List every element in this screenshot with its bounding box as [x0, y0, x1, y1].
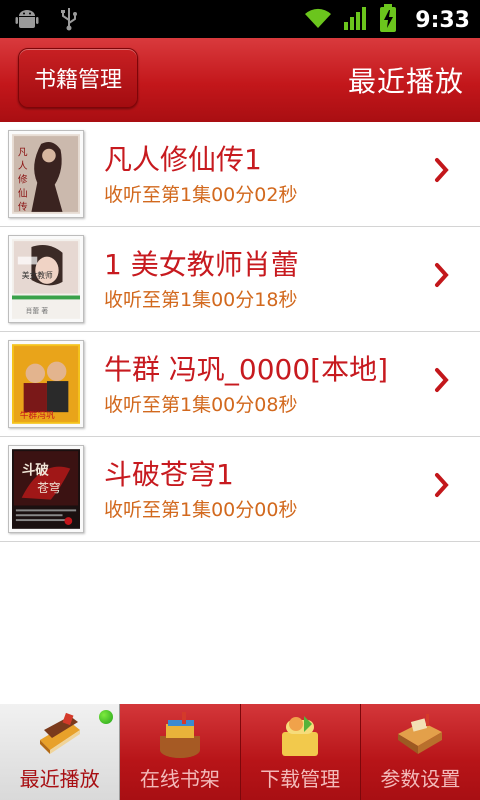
svg-text:传: 传	[18, 201, 28, 213]
title-bar: 书籍管理 最近播放	[0, 38, 480, 122]
svg-text:凡: 凡	[18, 147, 28, 159]
bottom-tab-bar: 最近播放 在线书架 下载管理 参数设置	[0, 704, 480, 800]
list-item[interactable]: 美女教师肖蕾 著 1 美女教师肖蕾 收听至第1集00分18秒	[0, 227, 480, 332]
tab-settings[interactable]: 参数设置	[360, 704, 480, 800]
listen-progress: 收听至第1集00分00秒	[104, 499, 298, 521]
chevron-right-icon	[435, 368, 449, 392]
new-indicator-dot	[99, 710, 114, 724]
list-item[interactable]: 斗破苍穹 斗破苍穹1 收听至第1集00分00秒	[0, 437, 480, 542]
tab-label: 下载管理	[260, 767, 341, 791]
book-management-button[interactable]: 书籍管理	[18, 48, 138, 108]
svg-text:仙: 仙	[18, 186, 28, 199]
svg-text:肖蕾 著: 肖蕾 著	[26, 306, 49, 315]
svg-text:斗破: 斗破	[22, 461, 50, 478]
tab-label: 最近播放	[19, 767, 100, 791]
usb-icon	[58, 6, 80, 36]
battery-charging-icon	[379, 4, 397, 36]
book-cover: 凡人修仙传	[8, 130, 84, 218]
tab-online-bookshelf[interactable]: 在线书架	[120, 704, 241, 800]
listen-progress: 收听至第1集00分02秒	[104, 184, 298, 206]
tab-label: 参数设置	[380, 767, 461, 791]
tab-recent-play[interactable]: 最近播放	[0, 704, 121, 800]
book-cover: 斗破苍穹	[8, 445, 84, 533]
tab-label: 在线书架	[139, 767, 220, 791]
wifi-icon	[303, 6, 333, 34]
listen-progress: 收听至第1集00分08秒	[104, 394, 298, 416]
book-title: 斗破苍穹1	[104, 458, 234, 491]
settings-desk-icon	[398, 714, 443, 754]
book-title: 牛群 冯巩_0000[本地]	[104, 353, 389, 386]
clock: 9:33	[415, 7, 470, 33]
chevron-right-icon	[435, 158, 449, 182]
book-title: 凡人修仙传1	[104, 143, 262, 176]
signal-icon	[343, 5, 369, 35]
android-debug-icon	[14, 6, 40, 36]
bookshelf-icon	[159, 712, 200, 758]
book-title: 1 美女教师肖蕾	[104, 248, 299, 281]
status-bar: 9:33	[0, 0, 480, 38]
page-title: 最近播放	[347, 65, 464, 98]
recent-play-list: 凡人修仙传 凡人修仙传1 收听至第1集00分02秒 美女教师肖蕾 著 1 美女教…	[0, 122, 480, 542]
chevron-right-icon	[435, 473, 449, 497]
svg-text:修: 修	[18, 173, 28, 186]
download-icon	[282, 716, 319, 756]
listen-progress: 收听至第1集00分18秒	[104, 289, 298, 311]
book-cover: 牛群冯巩	[8, 340, 84, 428]
list-item[interactable]: 牛群冯巩 牛群 冯巩_0000[本地] 收听至第1集00分08秒	[0, 332, 480, 437]
svg-text:牛群冯巩: 牛群冯巩	[20, 409, 55, 421]
svg-text:人: 人	[18, 160, 28, 172]
svg-text:苍穹: 苍穹	[37, 481, 60, 495]
chevron-right-icon	[435, 263, 449, 287]
svg-text:美女教师: 美女教师	[22, 270, 53, 280]
tab-download-manager[interactable]: 下载管理	[240, 704, 361, 800]
list-item[interactable]: 凡人修仙传 凡人修仙传1 收听至第1集00分02秒	[0, 122, 480, 227]
books-icon	[39, 712, 80, 754]
book-cover: 美女教师 肖蕾 著	[8, 235, 84, 323]
